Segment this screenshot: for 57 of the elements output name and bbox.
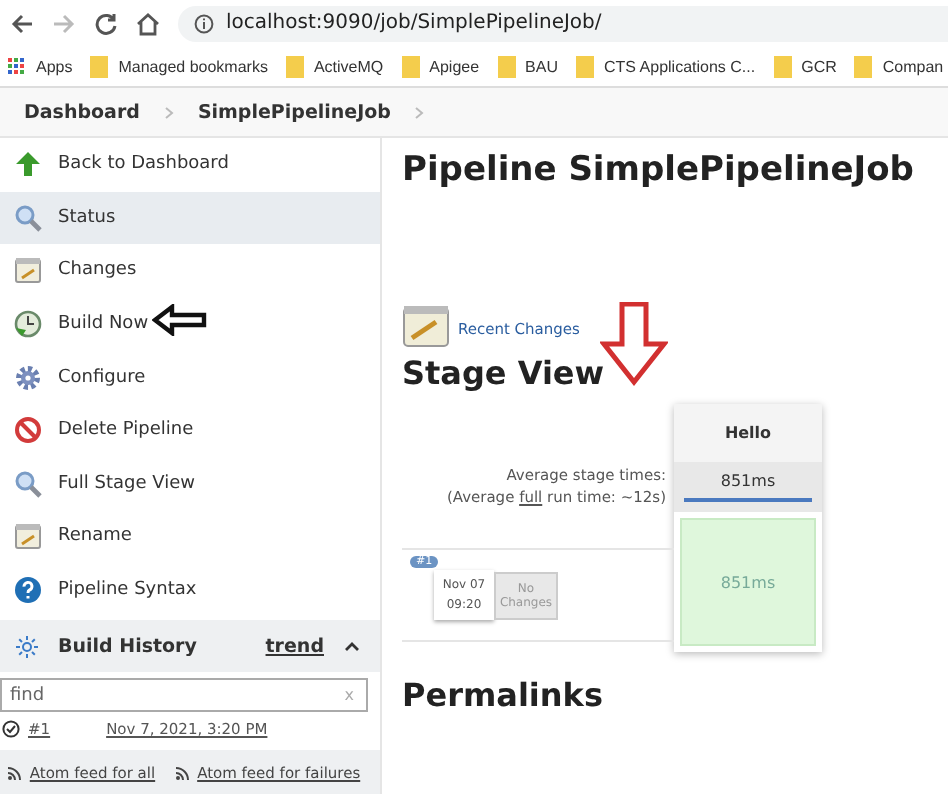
build-history-title: Build History <box>58 635 199 658</box>
sidebar-item[interactable]: Pipeline Syntax <box>0 563 380 617</box>
notepad-icon <box>402 302 454 350</box>
sidebar-item[interactable]: Status <box>0 191 380 245</box>
bookmark[interactable]: Compan <box>854 55 944 77</box>
sun-icon <box>16 635 38 658</box>
gear-icon <box>14 363 42 392</box>
section-title: Stage View <box>402 354 607 392</box>
page-title: Pipeline SimplePipelineJob <box>402 150 916 190</box>
bookmark[interactable]: Managed bookmarks <box>90 55 268 77</box>
prohibited-icon <box>14 416 42 445</box>
info-icon <box>194 13 214 33</box>
search-icon <box>14 469 42 498</box>
help-icon <box>14 576 42 605</box>
sidebar-item[interactable]: Build Now <box>0 297 380 351</box>
collapse-icon[interactable] <box>344 640 360 653</box>
success-icon <box>2 719 20 738</box>
breadcrumb-link[interactable]: SimplePipelineJob <box>197 101 391 123</box>
folder-icon <box>773 55 792 77</box>
notepad-icon <box>14 522 42 551</box>
bookmark[interactable]: GCR <box>773 55 837 77</box>
url-text: localhost:9090/job/SimplePipelineJob/ <box>226 12 602 34</box>
clock-icon <box>14 310 42 339</box>
rss-icon <box>175 765 190 780</box>
home-icon[interactable] <box>136 11 160 35</box>
sidebar-item[interactable]: Changes <box>0 244 380 298</box>
notepad-icon <box>14 256 42 285</box>
trend-link[interactable]: trend <box>265 635 324 658</box>
sidebar-item[interactable]: Delete Pipeline <box>0 403 380 458</box>
reload-icon[interactable] <box>94 11 118 35</box>
apps-icon <box>8 57 26 75</box>
sidebar-item[interactable]: Full Stage View <box>0 457 380 511</box>
bookmark[interactable]: Apigee <box>401 55 480 77</box>
sidebar-item[interactable]: Rename <box>0 510 380 564</box>
folder-icon <box>285 55 304 77</box>
bookmark[interactable]: Apps <box>8 57 73 75</box>
back-icon[interactable] <box>10 11 34 35</box>
left-arrow-icon <box>152 304 208 336</box>
folder-icon <box>90 55 109 77</box>
breadcrumb-link[interactable]: Dashboard <box>24 101 140 123</box>
sidebar-item[interactable]: Back to Dashboard <box>0 138 380 192</box>
up-arrow-icon <box>14 150 42 179</box>
rss-icon <box>7 765 22 780</box>
section-title: Permalinks <box>402 676 605 714</box>
stage-name: Hello <box>674 404 822 462</box>
address-bar[interactable]: localhost:9090/job/SimplePipelineJob/ <box>178 5 948 41</box>
bookmark[interactable]: ActiveMQ <box>285 55 384 77</box>
folder-icon <box>401 55 420 77</box>
search-icon <box>14 203 42 232</box>
folder-icon <box>497 55 516 77</box>
down-arrow-icon <box>599 302 668 386</box>
bookmark[interactable]: CTS Applications C... <box>576 55 756 77</box>
folder-icon <box>576 55 594 77</box>
sidebar-item[interactable]: Configure <box>0 350 380 404</box>
stage-average-time: 851ms <box>720 472 776 490</box>
folder-icon <box>854 55 873 77</box>
bookmark[interactable]: BAU <box>497 55 558 77</box>
